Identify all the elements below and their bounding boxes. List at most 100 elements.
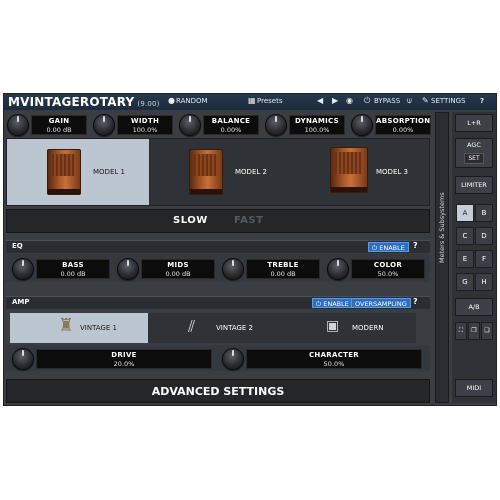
transistor-icon: ⫽ [188, 317, 196, 336]
dynamics-display: DYNAMICS 100.0% [289, 115, 345, 135]
modern-option[interactable]: ▣ MODERN [284, 313, 416, 343]
oversampling-button[interactable]: OVERSAMPLING [351, 298, 411, 308]
presets-button[interactable]: Presets [257, 97, 282, 105]
eq-enable-button[interactable]: ⏻ ENABLE [368, 242, 409, 252]
prev-preset-arrow-icon[interactable]: ◀ [317, 96, 323, 105]
advanced-settings-label: ADVANCED SETTINGS [151, 385, 285, 398]
preset-slot-g[interactable]: G [456, 273, 474, 291]
ab-compare-button[interactable]: A/B [455, 298, 493, 316]
agc-label: AGC [467, 141, 481, 149]
width-knob[interactable] [93, 114, 115, 136]
bass-knob[interactable] [12, 258, 34, 280]
midi-button[interactable]: MIDI [455, 379, 493, 397]
model-2-option[interactable]: MODEL 2 [149, 139, 290, 205]
mids-display: MIDS 0.00 dB [141, 259, 215, 279]
drive-control[interactable]: DRIVE 20.0% [12, 347, 212, 370]
advanced-settings-button[interactable]: ADVANCED SETTINGS [6, 379, 430, 403]
vintage-2-option[interactable]: ⫽ VINTAGE 2 [148, 313, 284, 343]
treble-value: 0.00 dB [270, 270, 296, 278]
next-preset-arrow-icon[interactable]: ▶ [332, 96, 338, 105]
preset-slot-a[interactable]: A [456, 204, 474, 222]
preset-menu-icon[interactable]: ◉ [346, 96, 353, 105]
bass-display: BASS 0.00 dB [36, 259, 110, 279]
help-button[interactable]: ? [480, 97, 484, 105]
preset-slot-d[interactable]: D [475, 227, 493, 245]
treble-label: TREBLE [267, 261, 299, 269]
amp-help-button[interactable]: ? [413, 297, 418, 306]
preset-slot-e[interactable]: E [456, 250, 474, 268]
balance-control[interactable]: BALANCE 0.00% [179, 113, 259, 136]
gain-display: GAIN 0.00 dB [31, 115, 87, 135]
model-selector: MODEL 1 MODEL 2 MODEL 3 [6, 138, 430, 206]
chip-icon: ▣ [326, 318, 340, 334]
bass-value: 0.00 dB [60, 270, 86, 278]
limiter-button[interactable]: LIMITER [455, 176, 493, 194]
width-label: WIDTH [130, 117, 160, 125]
mids-value: 0.00 dB [165, 270, 191, 278]
preset-slot-f[interactable]: F [475, 250, 493, 268]
balance-knob[interactable] [179, 114, 201, 136]
drive-knob[interactable] [12, 348, 34, 370]
preset-slot-h[interactable]: H [475, 273, 493, 291]
mids-control[interactable]: MIDS 0.00 dB [117, 257, 215, 280]
plugin-name: MVINTAGEROTARY [8, 95, 135, 109]
amp-enable-label: ENABLE [323, 300, 349, 308]
meters-subsystems-panel[interactable]: Meters & Subsystems [435, 112, 449, 403]
paste-icon[interactable]: ❏ [481, 322, 493, 340]
agc-group: AGC SET [455, 138, 493, 168]
mids-knob[interactable] [117, 258, 139, 280]
dynamics-control[interactable]: DYNAMICS 100.0% [265, 113, 345, 136]
absorption-value: 0.00% [392, 126, 414, 134]
character-value: 50.0% [323, 360, 345, 368]
plugin-version: (9.00) [137, 100, 160, 108]
channel-mode-button[interactable]: L+R [455, 114, 493, 132]
dynamics-value: 100.0% [304, 126, 330, 134]
gain-knob[interactable] [7, 114, 29, 136]
gain-control[interactable]: GAIN 0.00 dB [7, 113, 87, 136]
color-control[interactable]: COLOR 50.0% [327, 257, 425, 280]
vacuum-tube-icon: ♜ [58, 315, 75, 336]
amp-title: AMP [12, 298, 30, 306]
gain-label: GAIN [48, 117, 70, 125]
plugin-title: MVINTAGEROTARY (9.00) [8, 95, 160, 109]
vintage-1-label: VINTAGE 1 [80, 324, 118, 332]
fast-option[interactable]: FAST [234, 215, 263, 226]
vintage-2-label: VINTAGE 2 [216, 324, 254, 332]
color-knob[interactable] [327, 258, 349, 280]
bypass-button[interactable]: BYPASS [374, 97, 400, 105]
balance-display: BALANCE 0.00% [203, 115, 259, 135]
expand-icon[interactable]: ⛶ [455, 322, 467, 340]
character-knob[interactable] [222, 348, 244, 370]
agc-set-button[interactable]: SET [464, 153, 484, 164]
eq-help-button[interactable]: ? [413, 241, 418, 250]
character-display: CHARACTER 50.0% [246, 349, 422, 369]
speed-switch[interactable]: SLOW FAST [6, 209, 430, 233]
copy-icon[interactable]: ❐ [468, 322, 480, 340]
width-display: WIDTH 100.0% [117, 115, 173, 135]
preset-slot-c[interactable]: C [456, 227, 474, 245]
character-control[interactable]: CHARACTER 50.0% [222, 347, 422, 370]
model-1-option[interactable]: MODEL 1 [7, 139, 149, 205]
preset-slot-b[interactable]: B [475, 204, 493, 222]
absorption-knob[interactable] [351, 114, 373, 136]
treble-control[interactable]: TREBLE 0.00 dB [222, 257, 320, 280]
vintage-1-option[interactable]: ♜ VINTAGE 1 [10, 313, 148, 343]
settings-button[interactable]: SETTINGS [431, 97, 465, 105]
balance-value: 0.00% [220, 126, 242, 134]
antenna-icon[interactable]: ⍦ [407, 96, 412, 106]
model-3-option[interactable]: MODEL 3 [290, 139, 429, 205]
character-label: CHARACTER [308, 351, 359, 359]
cabinet-1-image [47, 149, 81, 195]
modern-label: MODERN [352, 324, 384, 332]
treble-knob[interactable] [222, 258, 244, 280]
bass-control[interactable]: BASS 0.00 dB [12, 257, 110, 280]
meters-subsystems-label: Meters & Subsystems [438, 192, 446, 263]
slow-option[interactable]: SLOW [173, 215, 208, 226]
amp-enable-button[interactable]: ⏻ ENABLE [312, 298, 353, 308]
absorption-control[interactable]: ABSORPTION 0.00% [351, 113, 431, 136]
width-control[interactable]: WIDTH 100.0% [93, 113, 173, 136]
drive-label: DRIVE [111, 351, 137, 359]
dynamics-label: DYNAMICS [295, 117, 339, 125]
dynamics-knob[interactable] [265, 114, 287, 136]
random-button[interactable]: RANDOM [176, 97, 208, 105]
